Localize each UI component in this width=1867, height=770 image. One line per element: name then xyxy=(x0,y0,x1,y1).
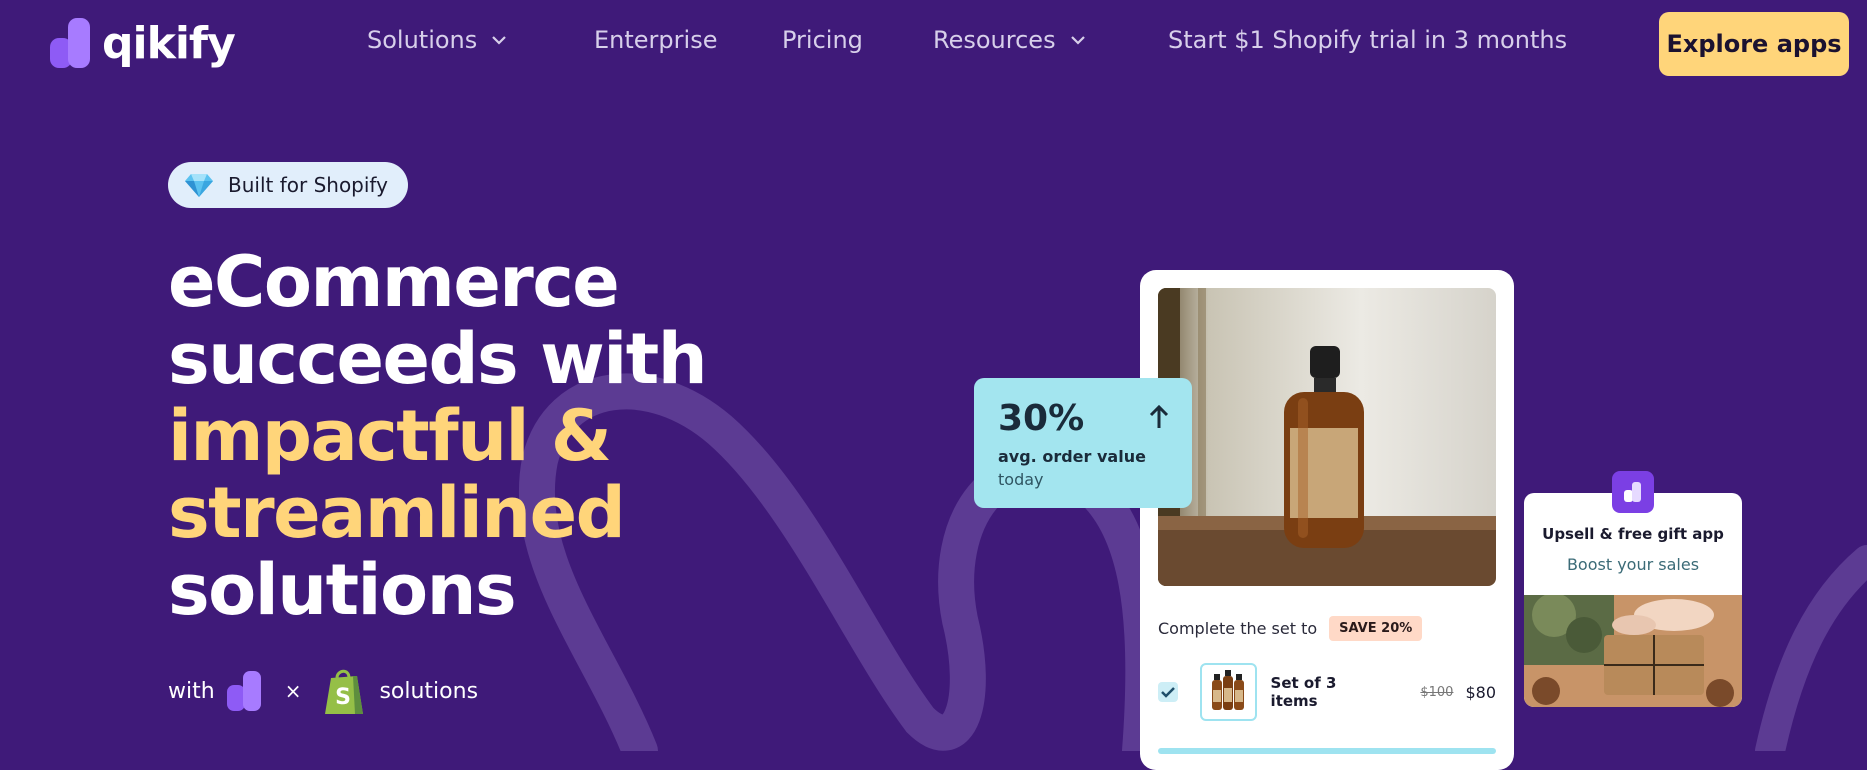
nav-resources-label: Resources xyxy=(933,26,1056,54)
nav-pricing[interactable]: Pricing xyxy=(782,26,863,54)
gift-photo xyxy=(1524,595,1742,707)
headline-line: eCommerce xyxy=(168,241,620,323)
stat-value: 30% xyxy=(998,398,1085,439)
bundle-checkbox[interactable] xyxy=(1158,682,1178,702)
nav-pricing-label: Pricing xyxy=(782,26,863,54)
stat-sub: today xyxy=(998,470,1044,489)
times-symbol: × xyxy=(284,679,302,703)
headline-line-highlight: streamlined xyxy=(168,472,626,554)
headline-line: solutions xyxy=(168,549,517,631)
qikify-app-icon xyxy=(1612,471,1654,513)
headline-line-highlight: impactful & xyxy=(168,395,612,477)
qikify-mark-icon xyxy=(226,671,261,711)
complete-set-row: Complete the set to SAVE 20% xyxy=(1158,616,1423,641)
upsell-gift-card: Upsell & free gift app Boost your sales xyxy=(1524,471,1742,707)
nav-solutions-label: Solutions xyxy=(367,26,478,54)
nav-enterprise-label: Enterprise xyxy=(594,26,718,54)
brand-name: qikify xyxy=(102,17,236,69)
partner-row: with × S solutions xyxy=(168,665,478,717)
save-badge: SAVE 20% xyxy=(1329,616,1423,641)
diamond-icon xyxy=(185,174,213,197)
add-bundle-button[interactable] xyxy=(1158,748,1496,754)
with-label: with xyxy=(168,678,215,704)
product-bundle-card: Complete the set to SAVE 20% Set of 3 it… xyxy=(1140,270,1514,770)
bundle-item-row[interactable]: Set of 3 items $100 $80 xyxy=(1158,662,1496,722)
nav-shopify-trial[interactable]: Start $1 Shopify trial in 3 months xyxy=(1168,26,1567,54)
stat-label: avg. order value xyxy=(998,447,1146,466)
aov-stat-card: 30% avg. order value today xyxy=(974,378,1192,508)
badge-label: Built for Shopify xyxy=(228,173,388,197)
arrow-up-icon xyxy=(1149,404,1169,428)
chevron-down-icon xyxy=(1070,36,1085,45)
gift-card-subtitle: Boost your sales xyxy=(1566,555,1700,574)
bundle-thumbnail xyxy=(1199,663,1257,721)
nav-shopify-trial-label: Start $1 Shopify trial in 3 months xyxy=(1168,26,1568,54)
check-icon xyxy=(1160,687,1175,698)
gift-card-title: Upsell & free gift app xyxy=(1542,525,1724,543)
solutions-label: solutions xyxy=(379,678,479,704)
new-price: $80 xyxy=(1465,682,1496,702)
headline-line: succeeds with xyxy=(168,318,708,400)
nav-enterprise[interactable]: Enterprise xyxy=(594,26,717,54)
explore-apps-button[interactable]: Explore apps xyxy=(1659,12,1849,76)
svg-text:S: S xyxy=(336,685,352,710)
hero-headline: eCommerce succeeds with impactful & stre… xyxy=(168,241,708,631)
nav-solutions[interactable]: Solutions xyxy=(367,26,507,54)
qikify-logo[interactable]: qikify xyxy=(48,16,236,70)
nav-resources[interactable]: Resources xyxy=(933,26,1086,54)
shopify-bag-icon: S xyxy=(325,669,364,714)
old-price: $100 xyxy=(1420,684,1454,700)
built-for-shopify-badge: Built for Shopify xyxy=(168,162,408,208)
bundle-label: Set of 3 items xyxy=(1270,674,1337,710)
complete-set-label: Complete the set to xyxy=(1158,619,1318,638)
chevron-down-icon xyxy=(492,36,507,45)
qikify-logo-icon xyxy=(50,18,90,68)
product-photo xyxy=(1158,288,1496,586)
